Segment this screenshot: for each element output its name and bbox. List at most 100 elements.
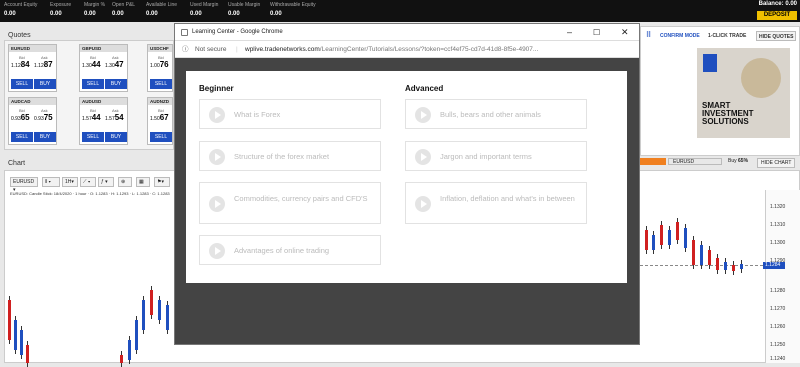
metric-margin: Margin % 0.00 <box>84 2 106 17</box>
ask-price: 1.1287 <box>34 60 53 69</box>
candle <box>20 330 23 355</box>
bid-price: 1.0076 <box>150 60 169 69</box>
y-tick: 1.1270 <box>770 306 786 312</box>
play-icon <box>209 149 225 165</box>
quote-card: USDCHF Bid 1.0076 SELL <box>147 44 173 92</box>
candle <box>26 345 29 363</box>
quote-card: EURUSD Bid Ask 1.1284 1.1287 SELL BUY <box>8 44 57 92</box>
sell-button[interactable]: SELL <box>82 132 104 142</box>
price-axis: 1.1320 1.1310 1.1300 1.1290 1.1280 1.127… <box>765 190 800 363</box>
play-icon <box>209 243 225 259</box>
buy-button[interactable]: BUY <box>34 79 56 89</box>
quote-pair: EURUSD <box>9 45 56 52</box>
candle <box>708 250 711 265</box>
lesson-label: What is Forex <box>234 110 281 119</box>
bid-price: 1.1284 <box>11 60 30 69</box>
close-icon[interactable]: ✕ <box>621 24 629 41</box>
deposit-button[interactable]: DEPOSIT <box>757 11 797 20</box>
maximize-icon[interactable]: ☐ <box>593 24 600 41</box>
lesson-item[interactable]: Structure of the forex market <box>199 141 381 171</box>
hide-chart-button[interactable]: HIDE CHART <box>757 158 796 168</box>
lesson-item[interactable]: Bulls, bears and other animals <box>405 99 587 129</box>
hide-quotes-button[interactable]: HIDE QUOTES <box>756 31 797 41</box>
y-tick: 1.1280 <box>770 288 786 294</box>
url-text[interactable]: wplive.tradenetworks.com/LearningCenter/… <box>245 41 538 58</box>
y-tick: 1.1310 <box>770 222 786 228</box>
quote-card: AUDUSD Bid Ask 1.5744 1.5754 SELL BUY <box>79 97 128 145</box>
play-icon <box>209 107 225 123</box>
table-icon[interactable]: ▦ <box>136 177 150 187</box>
y-tick: 1.1320 <box>770 204 786 210</box>
ask-price: 1.3047 <box>105 60 124 69</box>
one-click-trade-button[interactable]: 1-CLICK TRADE <box>708 31 746 41</box>
y-tick: 1.1300 <box>770 240 786 246</box>
chart-type-select[interactable]: ⫴ ▾ <box>42 177 60 187</box>
address-bar[interactable]: ⓘ Not secure | wplive.tradenetworks.com/… <box>175 41 639 58</box>
buy-button[interactable]: BUY <box>105 79 127 89</box>
minimize-icon[interactable]: – <box>567 24 572 41</box>
lesson-item[interactable]: Jargon and important terms <box>405 141 587 171</box>
bid-price: 1.5067 <box>150 113 169 122</box>
quote-pair: AUDCAD <box>9 98 56 105</box>
lesson-item[interactable]: Commodities, currency pairs and CFD'S <box>199 182 381 224</box>
y-tick: 1.1250 <box>770 342 786 348</box>
beginner-heading: Beginner <box>199 84 234 93</box>
lesson-item[interactable]: Inflation, deflation and what's in betwe… <box>405 182 587 224</box>
metric-usable-margin: Usable Margin 0.00 <box>228 2 261 17</box>
candle <box>676 222 679 240</box>
candle <box>660 225 663 245</box>
sell-button[interactable]: SELL <box>11 132 33 142</box>
lesson-item[interactable]: What is Forex <box>199 99 381 129</box>
quote-pair: USDCHF <box>148 45 172 52</box>
indicator-select[interactable]: ƒ ▾ <box>98 177 114 187</box>
info-icon[interactable]: ⓘ <box>182 41 189 58</box>
candle <box>645 230 648 250</box>
bid-price: 1.5744 <box>82 113 101 122</box>
lesson-label: Structure of the forex market <box>234 152 330 161</box>
lesson-item[interactable]: Advantages of online trading <box>199 235 381 265</box>
metric-open-pl: Open P&L 0.00 <box>112 2 136 17</box>
quote-pair: AUDNZD <box>148 98 172 105</box>
play-icon <box>415 107 431 123</box>
y-tick: 1.1260 <box>770 324 786 330</box>
candle <box>724 262 727 270</box>
candle <box>668 230 671 245</box>
play-icon <box>415 149 431 165</box>
flag-icon[interactable]: ⚑▾ <box>154 177 170 187</box>
sell-button[interactable]: SELL <box>150 132 172 142</box>
zoom-icon[interactable]: ⊕ <box>118 177 132 187</box>
buy-button[interactable]: BUY <box>105 132 127 142</box>
window-title: Learning Center - Google Chrome <box>192 29 283 35</box>
ad-banner[interactable]: SMART INVESTMENT SOLUTIONS <box>697 48 790 138</box>
buy-button[interactable]: BUY <box>34 132 56 142</box>
ask-price: 1.5754 <box>105 113 124 122</box>
account-bar: Account Equity 0.00 Exposure 0.00 Margin %… <box>0 0 800 22</box>
grid-icon[interactable]: ⠿ <box>646 31 651 41</box>
lesson-label: Bulls, bears and other animals <box>440 110 541 119</box>
quote-card: GBPUSD Bid Ask 1.3044 1.3047 SELL BUY <box>79 44 128 92</box>
learning-center-window: Learning Center - Google Chrome – ☐ ✕ ⓘ … <box>174 23 640 345</box>
sell-button[interactable]: SELL <box>82 79 104 89</box>
candle <box>135 320 138 350</box>
candle <box>158 300 161 320</box>
ask-price: 0.9375 <box>34 113 53 122</box>
play-icon <box>415 196 431 212</box>
metric-withdrawable-equity: Withdrawable Equity 0.00 <box>270 2 316 17</box>
candle <box>150 290 153 315</box>
sell-button[interactable]: SELL <box>11 79 33 89</box>
symbol-select[interactable]: EURUSD ▾ <box>10 177 38 193</box>
confirm-mode-button[interactable]: CONFIRM MODE <box>660 31 700 41</box>
current-price-label: 1.1284 <box>763 262 785 269</box>
candle <box>14 320 17 350</box>
buy-sentiment: Buy 65% <box>728 158 749 164</box>
draw-tool-select[interactable]: ⟋ ▾ <box>80 177 96 187</box>
candle <box>700 245 703 265</box>
interval-select[interactable]: 1H▾ <box>62 177 78 187</box>
candle <box>652 235 655 250</box>
candle <box>142 300 145 330</box>
bid-price: 0.9365 <box>11 113 30 122</box>
not-secure-label: Not secure <box>195 46 227 53</box>
lessons-content: Beginner Advanced What is Forex Structur… <box>186 71 627 283</box>
lesson-label: Advantages of online trading <box>234 246 330 255</box>
sell-button[interactable]: SELL <box>150 79 172 89</box>
